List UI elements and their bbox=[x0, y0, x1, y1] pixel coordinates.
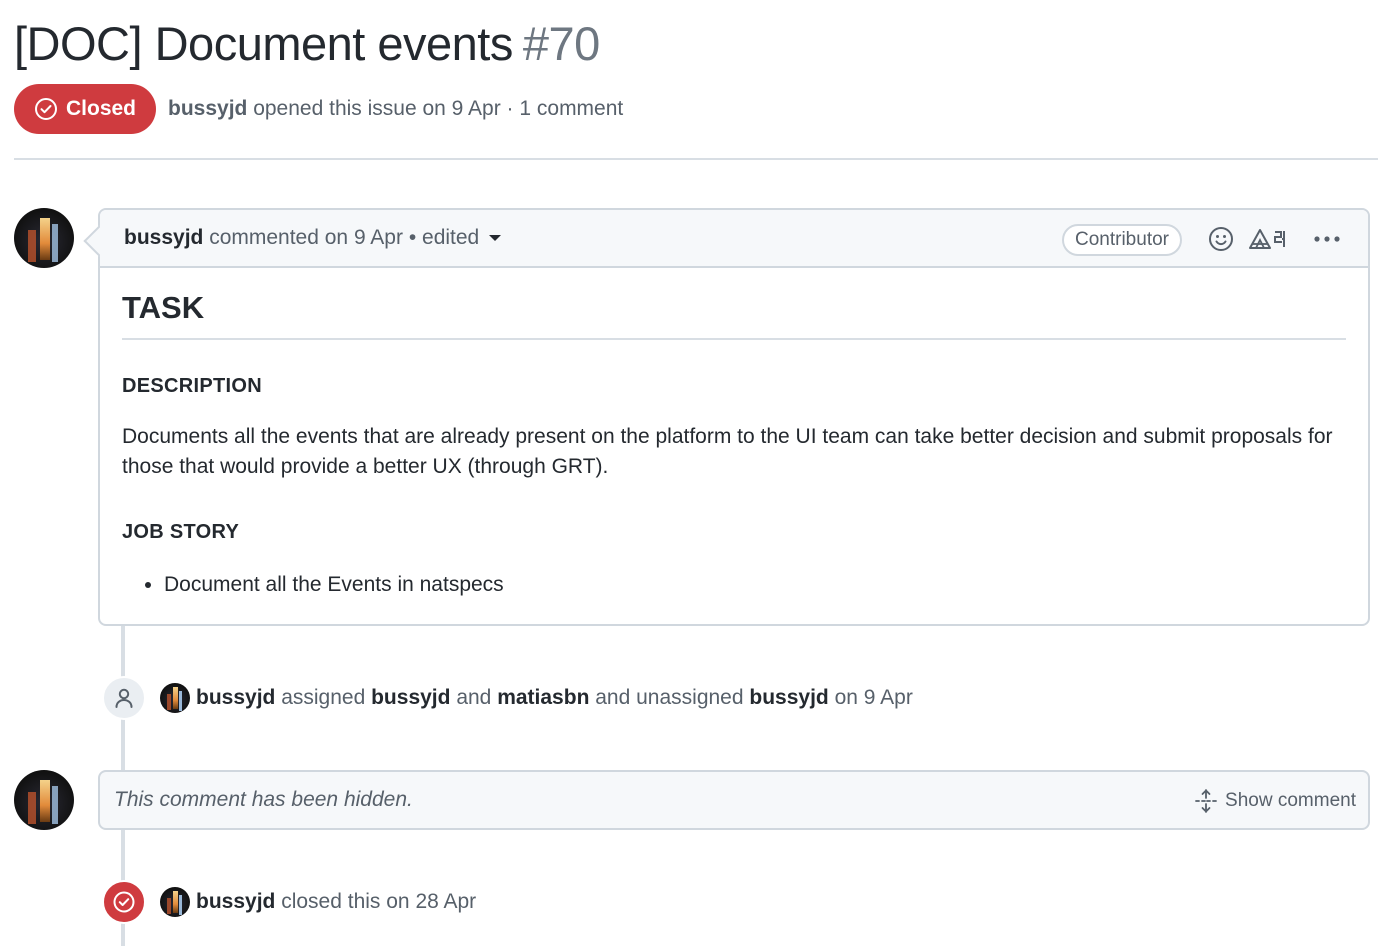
issue-author-link[interactable]: bussyjd bbox=[168, 97, 247, 120]
contributor-badge: Contributor bbox=[1062, 224, 1182, 256]
comment-author-link[interactable]: bussyjd bbox=[124, 226, 203, 249]
person-icon bbox=[102, 676, 146, 720]
assignee-link[interactable]: matiasbn bbox=[497, 686, 589, 709]
event-text: assigned bbox=[281, 686, 366, 709]
kebab-horizontal-icon[interactable] bbox=[1312, 224, 1342, 254]
comment-header: bussyjd commented on 9 Apr • edited Cont… bbox=[100, 210, 1368, 268]
show-comment-label: Show comment bbox=[1225, 790, 1356, 811]
avatar[interactable] bbox=[160, 683, 190, 713]
list-item: Document all the Events in natspecs bbox=[164, 570, 1346, 600]
edited-dropdown[interactable]: • edited bbox=[408, 226, 502, 249]
issue-number: #70 bbox=[522, 17, 600, 70]
issue-title: [DOC] Document events bbox=[14, 17, 513, 70]
comment-timestamp[interactable]: commented on 9 Apr bbox=[209, 226, 403, 249]
assignee-link[interactable]: bussyjd bbox=[371, 686, 450, 709]
issue-meta-text: opened this issue on 9 Apr · 1 comment bbox=[253, 97, 624, 120]
avatar[interactable] bbox=[14, 208, 74, 268]
description-heading: DESCRIPTION bbox=[122, 375, 262, 397]
comment-body: TASK DESCRIPTION Documents all the event… bbox=[100, 268, 1368, 600]
issue-meta: bussyjd opened this issue on 9 Apr · 1 c… bbox=[168, 94, 623, 124]
assign-event: bussyjd assigned bussyjd and matiasbn an… bbox=[102, 676, 913, 720]
hidden-comment-text: This comment has been hidden. bbox=[114, 788, 413, 811]
unassignee-link[interactable]: bussyjd bbox=[749, 686, 828, 709]
description-text: Documents all the events that are alread… bbox=[122, 425, 1333, 478]
actor-link[interactable]: bussyjd bbox=[196, 686, 275, 709]
hidden-comment: This comment has been hidden. Show comme… bbox=[98, 770, 1370, 830]
event-text: and bbox=[456, 686, 492, 709]
edited-label: • edited bbox=[408, 226, 480, 249]
issue-state-label: Closed bbox=[66, 97, 137, 120]
event-text: and unassigned bbox=[595, 686, 744, 709]
issue-comment: bussyjd commented on 9 Apr • edited Cont… bbox=[98, 208, 1370, 626]
job-story-list: Document all the Events in natspecs bbox=[122, 570, 1346, 600]
actor-link[interactable]: bussyjd bbox=[196, 890, 275, 913]
task-heading: TASK bbox=[122, 288, 1346, 340]
event-text[interactable]: closed this on 28 Apr bbox=[281, 890, 476, 913]
smiley-icon[interactable] bbox=[1208, 224, 1234, 254]
issue-state-badge: Closed bbox=[14, 84, 156, 134]
close-event: bussyjd closed this on 28 Apr bbox=[102, 880, 476, 924]
avatar[interactable] bbox=[14, 770, 74, 830]
check-circle-icon bbox=[35, 98, 57, 120]
unfold-icon bbox=[1195, 789, 1217, 813]
header-divider bbox=[14, 158, 1378, 160]
event-timestamp[interactable]: on 9 Apr bbox=[835, 686, 913, 709]
translate-icon[interactable] bbox=[1248, 224, 1292, 254]
check-circle-icon bbox=[102, 880, 146, 924]
show-comment-button[interactable]: Show comment bbox=[1195, 788, 1356, 814]
avatar[interactable] bbox=[160, 887, 190, 917]
comment-author-line: bussyjd commented on 9 Apr • edited bbox=[124, 224, 502, 252]
job-story-heading: JOB STORY bbox=[122, 521, 240, 543]
issue-title-row: [DOC] Document events #70 bbox=[14, 14, 600, 74]
chevron-down-icon bbox=[489, 235, 502, 242]
